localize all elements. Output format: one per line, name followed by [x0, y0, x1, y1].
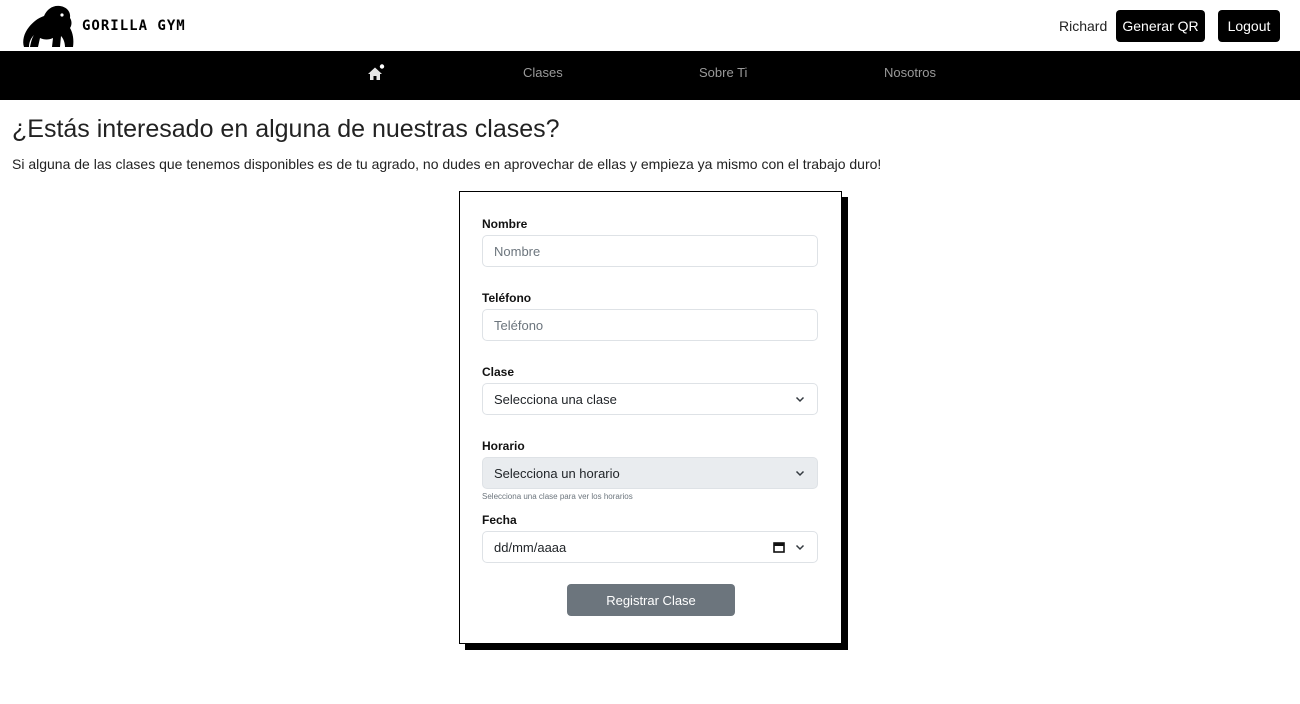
- clase-select[interactable]: Selecciona una clase: [482, 383, 818, 415]
- page-subtitle: Si alguna de las clases que tenemos disp…: [12, 156, 882, 172]
- chevron-down-icon: [795, 396, 805, 403]
- brand-name: GORILLA GYM: [82, 18, 186, 34]
- horario-hint: Selecciona una clase para ver los horari…: [482, 492, 633, 501]
- nombre-input[interactable]: Nombre: [482, 235, 818, 267]
- brand-logo[interactable]: GORILLA GYM: [20, 3, 186, 49]
- chevron-down-icon[interactable]: [795, 542, 805, 552]
- logout-button[interactable]: Logout: [1218, 10, 1280, 42]
- nombre-label: Nombre: [482, 217, 528, 231]
- calendar-icon[interactable]: [773, 541, 785, 553]
- clase-select-value: Selecciona una clase: [494, 391, 617, 407]
- telefono-input[interactable]: Teléfono: [482, 309, 818, 341]
- nav-home[interactable]: [366, 63, 388, 85]
- fecha-input[interactable]: dd/mm/aaaa: [482, 531, 818, 563]
- nav-item-sobre-ti[interactable]: Sobre Ti: [699, 65, 747, 80]
- class-registration-form: Nombre Nombre Teléfono Teléfono Clase Se…: [459, 191, 842, 644]
- horario-label: Horario: [482, 439, 525, 453]
- main-nav: Clases Sobre Ti Nosotros: [0, 51, 1300, 100]
- register-class-button[interactable]: Registrar Clase: [567, 584, 735, 616]
- horario-select-value: Selecciona un horario: [494, 465, 620, 481]
- gorilla-icon: [23, 5, 74, 47]
- nav-item-clases[interactable]: Clases: [523, 65, 563, 80]
- page-title: ¿Estás interesado en alguna de nuestras …: [12, 115, 560, 143]
- top-header: GORILLA GYM Richard Generar QR Logout: [0, 0, 1300, 51]
- fecha-label: Fecha: [482, 513, 517, 527]
- home-icon: [368, 64, 385, 80]
- generate-qr-button[interactable]: Generar QR: [1116, 10, 1205, 42]
- clase-label: Clase: [482, 365, 515, 379]
- chevron-down-icon: [795, 470, 805, 477]
- user-name: Richard: [1059, 18, 1108, 34]
- horario-select: Selecciona un horario: [482, 457, 818, 489]
- nav-item-nosotros[interactable]: Nosotros: [884, 65, 936, 80]
- telefono-label: Teléfono: [482, 291, 532, 305]
- fecha-placeholder: dd/mm/aaaa: [494, 539, 567, 555]
